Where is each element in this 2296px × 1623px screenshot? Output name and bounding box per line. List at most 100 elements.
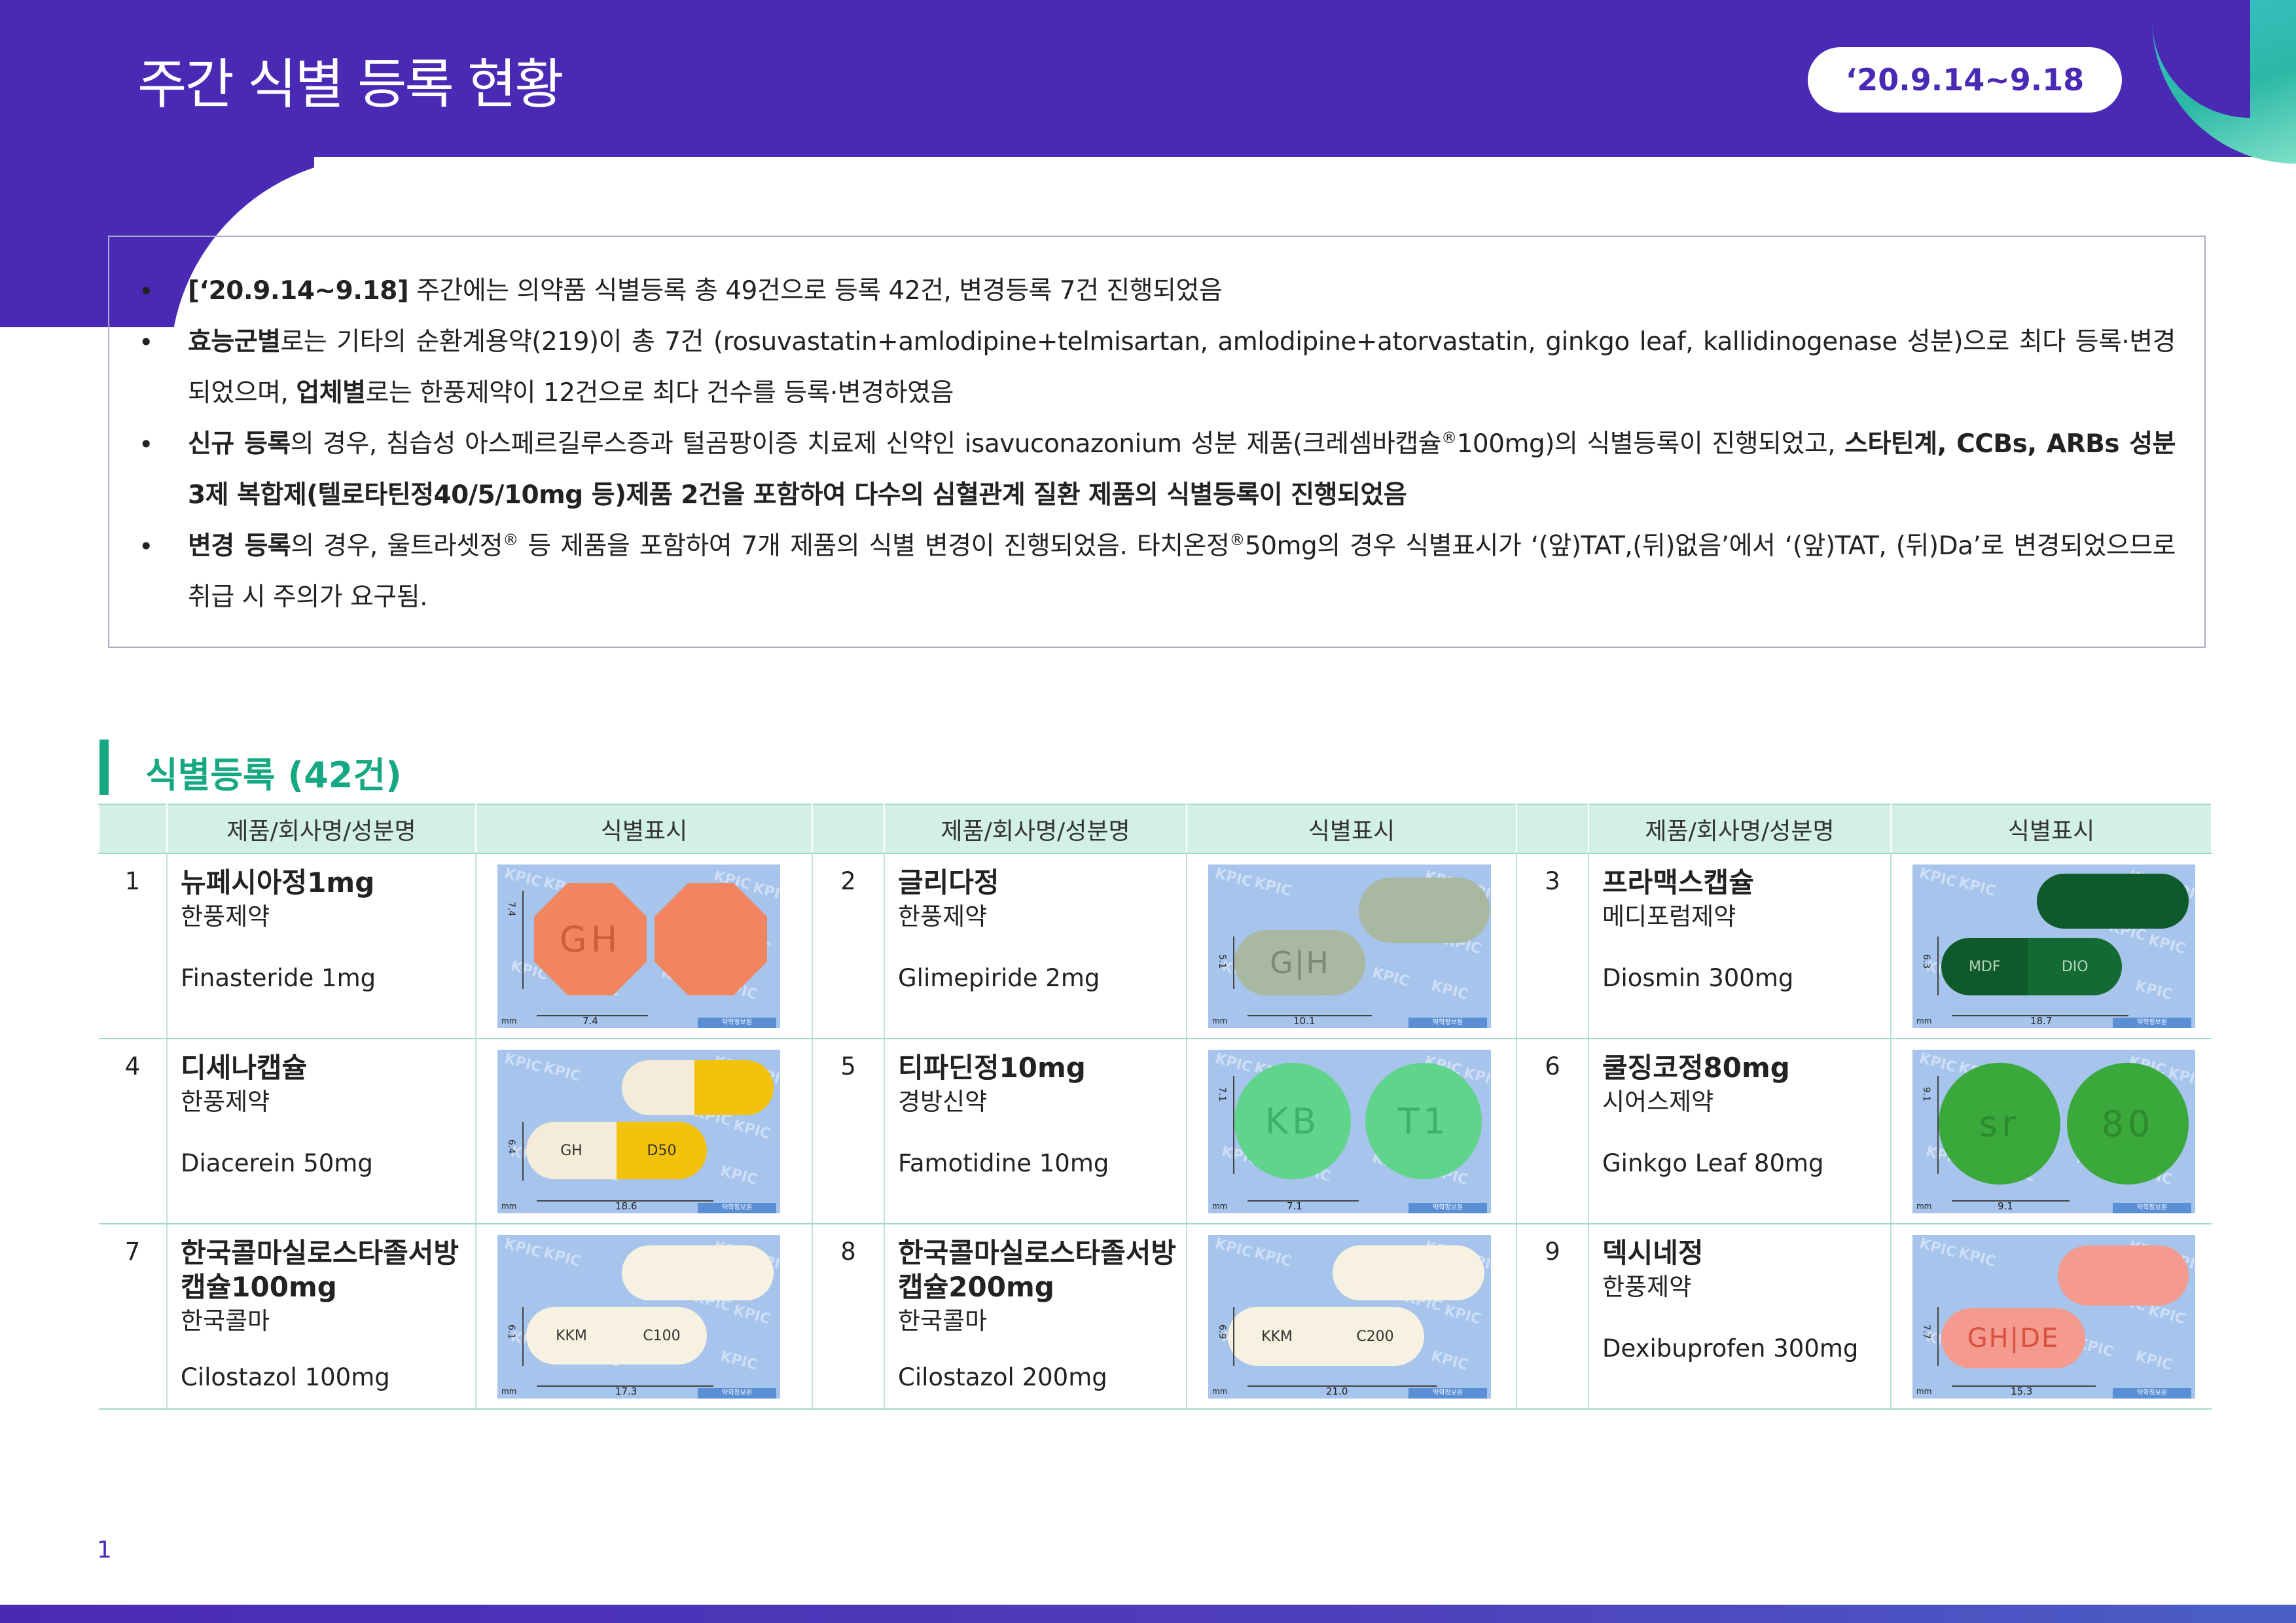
item-mark-cell: KPICKPICKPICKPICKPICKPICKPICKPICKPICKPIC… [1186,1224,1516,1410]
table-row: 7 한국콜마실로스타졸서방캡슐100mg 한국콜마 Cilostazol 100… [99,1224,2212,1410]
watermark-text: KPIC [1213,1235,1254,1262]
ingredient-name: Dexibuprofen 300mg [1602,1334,1859,1363]
ingredient-name: Diosmin 300mg [1602,964,1794,992]
company-name: 시어스제약 [1602,1088,1714,1116]
watermark-text: KPIC [541,1244,583,1271]
item-mark-cell: KPICKPICKPICKPICKPICKPICKPICKPICKPICKPIC… [475,1039,812,1224]
company-name: 한풍제약 [181,902,270,931]
ingredient-name: Glimepiride 2mg [898,964,1100,992]
product-name: 뉴페시아정1mg [181,866,375,899]
col-header-mark: 식별표시 [475,804,813,854]
product-name: 쿨징코정80mg [1602,1052,1790,1084]
company-name: 한국콜마 [181,1307,270,1335]
width-value: 18.7 [2030,1015,2053,1027]
table-row: 4 디세나캡슐 한풍제약 Diacerein 50mg KPIC KPIC KPIC… [99,1039,2212,1224]
height-ruler [1937,936,1939,995]
ingredient-name: Famotidine 10mg [898,1149,1109,1177]
item-mark-cell: KPICKPICKPICKPICKPICKPICKPICKPICKPICKPIC… [1890,1224,2212,1410]
col-header-product: 제품/회사명/성분명 [166,804,476,854]
product-name: 글리다정 [898,866,999,899]
height-value: 6.1 [506,1324,517,1340]
source-logo: 약학정보원 [2113,1388,2191,1399]
unit-label: mm [1212,1387,1228,1396]
item-info: 뉴페시아정1mg 한풍제약 Finasteride 1mg [166,853,476,1039]
watermark-text: KPIC [731,1302,772,1329]
ruler-strip: mm 18.7 약학정보원 [1912,1010,2195,1028]
width-value: 7.4 [583,1015,598,1027]
item-number: 2 [812,853,884,1039]
item-info: 쿨징코정80mg 시어스제약 Ginkgo Leaf 80mg [1588,1039,1891,1224]
height-ruler [1233,936,1234,989]
capsule-cap: KKM [526,1307,617,1364]
ingredient-name: Ginkgo Leaf 80mg [1602,1149,1824,1177]
date-range-badge: ‘20.9.14~9.18 [1808,47,2122,113]
item-mark-cell: KPICKPICKPICKPICKPICKPICKPICKPICKPICKPIC… [1890,853,2212,1039]
summary-box: • [‘20.9.14~9.18] 주간에는 의약품 식별등록 총 49건으로 … [108,236,2206,648]
source-logo: 약학정보원 [2113,1018,2191,1028]
pill-image: KPICKPICKPICKPICKPICKPICKPICKPICKPICKPIC… [1912,1050,2195,1213]
bullet-icon: • [139,277,153,306]
tablet-back [2058,1245,2189,1306]
ingredient-name: Cilostazol 200mg [898,1363,1107,1391]
unit-label: mm [1916,1202,1932,1211]
section-marker-bar [99,740,109,795]
item-info: 티파딘정10mg 경방신약 Famotidine 10mg [884,1039,1187,1224]
watermark-text: KPIC [502,1235,543,1262]
width-ruler [1247,1200,1359,1202]
watermark-text: KPIC [1213,1050,1254,1077]
ruler-strip: mm 15.3 약학정보원 [1912,1380,2195,1399]
height-ruler [1233,1076,1234,1174]
watermark-text: KPIC [731,1116,772,1143]
watermark-text: KPIC [2146,1302,2187,1329]
tablet-front: sr [1939,1063,2060,1185]
watermark-text: KPIC [1429,1347,1470,1374]
capsule-front: MDF DIO [1941,938,2122,995]
item-number: 3 [1516,853,1588,1039]
watermark-text: KPIC [2146,931,2187,958]
summary-item-4: • 변경 등록의 경우, 울트라셋정® 등 제품을 포함하여 7개 제품의 식별… [139,521,2176,623]
capsule-cap: KKM [1228,1307,1326,1366]
height-value: 6.3 [1921,954,1932,969]
tablet-back [1359,878,1490,943]
item-number: 9 [1516,1224,1588,1410]
item-info: 한국콜마실로스타졸서방캡슐100mg 한국콜마 Cilostazol 100mg [166,1224,476,1410]
height-value: 7.1 [1217,1086,1228,1102]
table-header-row: 제품/회사명/성분명 식별표시 제품/회사명/성분명 식별표시 제품/회사명/성… [98,804,2212,854]
product-name: 한국콜마실로스타졸서방캡슐200mg [898,1237,1177,1303]
source-logo: 약학정보원 [698,1018,776,1028]
tablet-back [655,883,767,995]
height-value: 6.9 [1217,1324,1228,1340]
item-number: 5 [812,1039,884,1224]
pill-image: KPICKPICKPICKPICKPICKPICKPICKPICKPICKPIC… [1208,1235,1491,1399]
item-info: 프라맥스캡슐 메디포럼제약 Diosmin 300mg [1588,853,1891,1039]
watermark-text: KPIC [718,1162,759,1189]
width-value: 10.1 [1293,1015,1316,1027]
watermark-text: KPIC [1252,1244,1293,1271]
summary-item-1: • [‘20.9.14~9.18] 주간에는 의약품 식별등록 총 49건으로 … [139,266,2176,317]
capsule-back [1333,1245,1484,1300]
width-value: 15.3 [2011,1385,2033,1397]
height-value: 7.4 [506,901,517,917]
height-value: 5.1 [1217,954,1228,969]
item-number: 4 [99,1039,167,1224]
summary-list: • [‘20.9.14~9.18] 주간에는 의약품 식별등록 총 49건으로 … [139,266,2176,623]
tablet-back: T1 [1365,1063,1482,1179]
height-value: 7.7 [1921,1324,1932,1340]
page-number: 1 [97,1537,112,1563]
col-header-mark: 식별표시 [1186,804,1517,854]
section-title: 식별등록 (42건) [145,755,402,796]
watermark-text: KPIC [2133,977,2174,1004]
watermark-text: KPIC [502,1050,543,1077]
tablet-back: 80 [2067,1063,2189,1185]
height-ruler [1937,1307,1939,1366]
source-logo: 약학정보원 [698,1388,776,1399]
company-name: 메디포럼제약 [1602,902,1736,931]
capsule-front: GH D50 [526,1122,707,1179]
height-ruler [1937,1076,1939,1174]
company-name: 한풍제약 [898,902,988,931]
width-value: 17.3 [615,1385,637,1397]
ruler-strip: mm 18.6 약학정보원 [497,1195,780,1213]
product-name: 티파딘정10mg [898,1052,1086,1084]
item-number: 7 [99,1224,167,1410]
bullet-icon: • [139,328,153,357]
